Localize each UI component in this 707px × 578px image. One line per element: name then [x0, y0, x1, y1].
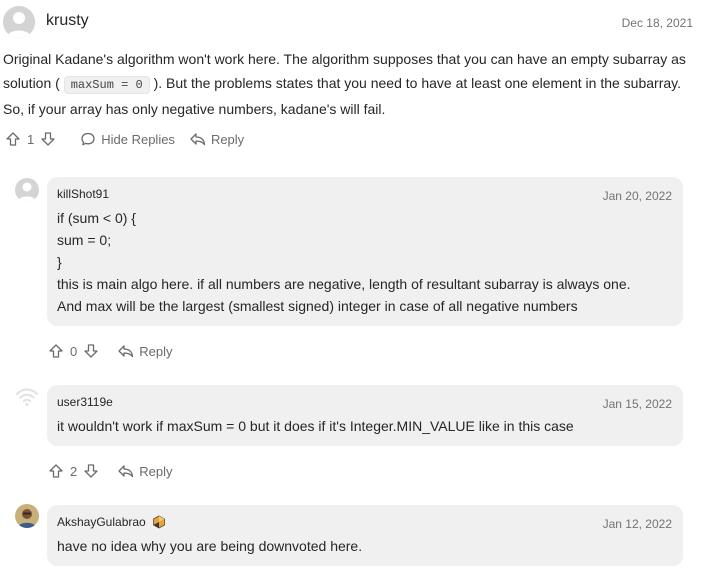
- reply-line: it wouldn't work if maxSum = 0 but it do…: [57, 418, 574, 434]
- reply-actions: 0 Reply: [48, 343, 172, 359]
- avatar[interactable]: [3, 6, 35, 38]
- reply-actions: 2 Reply: [48, 463, 172, 479]
- downvote-icon[interactable]: [83, 463, 99, 479]
- reply-line: }: [57, 254, 62, 270]
- reply-button[interactable]: Reply: [117, 343, 172, 359]
- avatar[interactable]: [15, 178, 39, 202]
- comment-icon: [81, 132, 95, 146]
- avatar[interactable]: [15, 385, 39, 409]
- hide-replies-button[interactable]: Hide Replies: [80, 131, 175, 147]
- username[interactable]: killShot91: [57, 187, 109, 201]
- vote-count: 2: [70, 463, 78, 479]
- reply-button[interactable]: Reply: [189, 131, 244, 147]
- reply-author[interactable]: AkshayGulabrao: [57, 515, 166, 529]
- comment-body: Original Kadane's algorithm won't work h…: [3, 47, 698, 121]
- reply-author[interactable]: user3119e: [57, 395, 113, 409]
- reply-line: sum = 0;: [57, 232, 112, 248]
- username[interactable]: AkshayGulabrao: [57, 515, 146, 529]
- reply-card: user3119e Jan 15, 2022 it wouldn't work …: [47, 385, 683, 446]
- upvote-icon[interactable]: [5, 131, 21, 147]
- default-avatar-icon: [15, 178, 39, 202]
- reply-date: Jan 12, 2022: [602, 517, 672, 531]
- reply-icon: [118, 345, 134, 358]
- wifi-avatar-icon: [15, 388, 39, 407]
- downvote-icon[interactable]: [40, 131, 56, 147]
- comment-date: Dec 18, 2021: [621, 16, 693, 30]
- reply-card: AkshayGulabrao Jan 12, 2022 have no idea…: [47, 505, 683, 566]
- reply-button[interactable]: Reply: [117, 463, 172, 479]
- badge-icon[interactable]: [152, 515, 166, 529]
- username[interactable]: user3119e: [57, 395, 113, 409]
- default-avatar-icon: [3, 6, 35, 38]
- reply-label: Reply: [139, 463, 173, 479]
- reply-body: it wouldn't work if maxSum = 0 but it do…: [57, 415, 673, 437]
- reply-card: killShot91 Jan 20, 2022 if (sum < 0) { s…: [47, 177, 683, 326]
- vote-group: 2: [48, 463, 99, 479]
- upvote-icon[interactable]: [48, 463, 64, 479]
- reply-date: Jan 20, 2022: [602, 189, 672, 203]
- vote-group: 0: [48, 343, 99, 359]
- reply-line: And max will be the largest (smallest si…: [57, 298, 578, 314]
- reply-date: Jan 15, 2022: [602, 397, 672, 411]
- avatar[interactable]: [15, 504, 39, 528]
- vote-count: 1: [27, 131, 35, 147]
- vote-group: 1: [5, 131, 56, 147]
- comment-author[interactable]: krusty: [46, 12, 89, 30]
- upvote-icon[interactable]: [48, 343, 64, 359]
- comment-actions: 1 Hide Replies Reply: [5, 131, 244, 147]
- reply-line: this is main algo here. if all numbers a…: [57, 276, 631, 292]
- reply-body: if (sum < 0) { sum = 0; } this is main a…: [57, 207, 673, 317]
- reply-author[interactable]: killShot91: [57, 187, 109, 201]
- reply-body: have no idea why you are being downvoted…: [57, 535, 673, 557]
- reply-label: Reply: [139, 343, 173, 359]
- user-photo-avatar: [15, 504, 39, 528]
- vote-count: 0: [70, 343, 78, 359]
- reply-line: if (sum < 0) {: [57, 210, 136, 226]
- reply-line: have no idea why you are being downvoted…: [57, 538, 363, 554]
- reply-icon: [190, 133, 206, 146]
- hide-replies-label: Hide Replies: [101, 131, 175, 147]
- reply-icon: [118, 465, 134, 478]
- downvote-icon[interactable]: [83, 343, 99, 359]
- inline-code: maxSum = 0: [63, 76, 150, 94]
- reply-label: Reply: [210, 131, 245, 147]
